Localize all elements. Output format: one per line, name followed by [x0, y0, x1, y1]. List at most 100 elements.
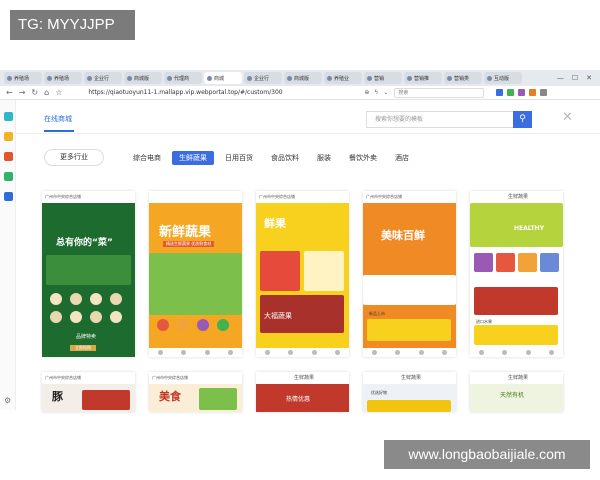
- template-card[interactable]: 广州市中央综合店铺 总有你的“菜” 品牌特卖 立即抢购: [42, 191, 135, 357]
- product-circle: [70, 293, 82, 305]
- browser-tab[interactable]: 养殖业: [324, 72, 362, 84]
- template-nav: [470, 348, 563, 357]
- download-icon[interactable]: [529, 89, 537, 96]
- extension-icon[interactable]: [518, 89, 526, 96]
- menu-icon[interactable]: [540, 89, 548, 96]
- browser-tab[interactable]: 企业行: [84, 72, 122, 84]
- browser-tab[interactable]: 营销推: [404, 72, 442, 84]
- browser-tab-bar: 养殖场 养殖场 企业行 商城版 代理商 商城 企业行 商城版 养殖业 营销 营销…: [0, 70, 600, 86]
- category-tab[interactable]: 日用百货: [218, 151, 260, 165]
- template-headline: 优选好物: [371, 390, 387, 395]
- category-strip: [363, 275, 456, 305]
- star-icon[interactable]: ☆: [55, 88, 62, 97]
- product-circle: [70, 311, 82, 323]
- template-headline: 美食: [159, 390, 181, 403]
- sidebar-app-icon[interactable]: [4, 172, 13, 181]
- home-icon[interactable]: ⌂: [44, 88, 49, 97]
- template-card[interactable]: 广州市中央综合店铺 美味百鲜 新品上市: [363, 191, 456, 357]
- weibo-icon[interactable]: [4, 152, 13, 161]
- tab-favicon-icon: [47, 75, 52, 81]
- chevron-down-icon[interactable]: ⌄: [383, 89, 388, 96]
- browser-tab[interactable]: 商城版: [124, 72, 162, 84]
- sidebar-app-icon[interactable]: [4, 192, 13, 201]
- more-industries-button[interactable]: 更多行业: [44, 149, 104, 166]
- close-window-icon[interactable]: ✕: [586, 74, 592, 82]
- template-sub: 大福蔬果: [264, 312, 292, 320]
- extensions: [496, 89, 548, 96]
- fruit-tile: [260, 251, 300, 291]
- template-nav: [363, 348, 456, 357]
- fruit-banner: [367, 319, 451, 341]
- category-icon: [197, 319, 209, 331]
- template-preview: 天然有机: [470, 384, 563, 412]
- template-header: 广州市中央综合店铺: [149, 372, 242, 384]
- template-button: 立即抢购: [70, 345, 96, 351]
- template-card[interactable]: 广州市中央综合店铺 美食: [149, 372, 242, 412]
- tab-favicon-icon: [407, 75, 412, 81]
- template-card[interactable]: 生鲜蔬果 HEALTHY 进口水果: [470, 191, 563, 357]
- tab-online-store[interactable]: 在线商城: [44, 114, 72, 124]
- url-field[interactable]: https://qiaotuoyun11-1.mallapp.vip.webpo…: [88, 88, 348, 98]
- settings-gear-icon[interactable]: ⚙: [4, 396, 11, 405]
- template-preview: 总有你的“菜” 品牌特卖 立即抢购: [42, 203, 135, 357]
- category-tab[interactable]: 酒店: [388, 151, 416, 165]
- template-search-input[interactable]: 搜索你想要的模板: [366, 111, 514, 128]
- fruit-banner: [367, 400, 451, 412]
- browser-tab[interactable]: 代理商: [164, 72, 202, 84]
- template-header: 生鲜蔬果: [470, 372, 563, 384]
- browser-tab[interactable]: 养殖场: [44, 72, 82, 84]
- category-tab-active[interactable]: 生鲜蔬果: [172, 150, 214, 165]
- category-icon: [177, 319, 189, 331]
- tab-favicon-icon: [167, 75, 172, 81]
- browser-tab[interactable]: 养殖场: [4, 72, 42, 84]
- product-circle: [50, 311, 62, 323]
- template-card[interactable]: 广州市中央综合店铺 鲜果 大福蔬果: [256, 191, 349, 357]
- template-headline: HEALTHY: [514, 225, 545, 232]
- product-circle: [110, 311, 122, 323]
- forward-icon[interactable]: →: [19, 88, 26, 97]
- browser-search-field[interactable]: 搜索: [394, 87, 485, 98]
- search-button[interactable]: ⚲: [513, 111, 532, 128]
- template-headline: 天然有机: [500, 392, 525, 399]
- browser-tab[interactable]: 营销: [364, 72, 402, 84]
- template-card[interactable]: 生鲜蔬果 热情优惠: [256, 372, 349, 412]
- tab-favicon-icon: [367, 75, 372, 81]
- category-icon: [157, 319, 169, 331]
- browser-tab[interactable]: 商城版: [284, 72, 322, 84]
- zoom-icon[interactable]: ⊕: [364, 89, 369, 96]
- flash-icon[interactable]: ϟ: [374, 89, 378, 96]
- template-preview: 新鲜蔬果 精选生鲜蔬果 优质鲜食材: [149, 203, 242, 357]
- reload-icon[interactable]: ↻: [31, 88, 38, 97]
- browser-tab[interactable]: 互动版: [484, 72, 522, 84]
- minimize-icon[interactable]: —: [557, 74, 564, 82]
- template-card[interactable]: 广州市中央综合店铺 豚: [42, 372, 135, 412]
- sidebar-app-icon[interactable]: [4, 112, 13, 121]
- category-tab[interactable]: 食品饮料: [264, 151, 306, 165]
- back-icon[interactable]: ←: [6, 88, 13, 97]
- template-footer: 品牌特卖: [76, 334, 97, 340]
- template-card[interactable]: 生鲜蔬果 天然有机: [470, 372, 563, 412]
- category-tab[interactable]: 综合电商: [126, 151, 168, 165]
- browser-tab[interactable]: 企业行: [244, 72, 282, 84]
- template-header: 生鲜蔬果: [256, 372, 349, 384]
- template-headline: 鲜果: [264, 217, 286, 230]
- template-header: 广州市中央综合店铺: [256, 191, 349, 203]
- browser-sidebar: [0, 100, 16, 410]
- favorites-icon[interactable]: [4, 132, 13, 141]
- close-icon[interactable]: ✕: [562, 110, 573, 125]
- product-circle: [110, 293, 122, 305]
- extension-icon[interactable]: [496, 89, 504, 96]
- template-headline: 热情优惠: [286, 396, 311, 403]
- extension-icon[interactable]: [507, 89, 515, 96]
- category-tab[interactable]: 服装: [310, 151, 338, 165]
- browser-tab[interactable]: 营销类: [444, 72, 482, 84]
- tab-favicon-icon: [327, 75, 332, 81]
- template-tagline: 精选生鲜蔬果 优质鲜食材: [163, 241, 215, 247]
- maximize-icon[interactable]: ☐: [572, 74, 578, 82]
- template-card[interactable]: 新鲜蔬果 精选生鲜蔬果 优质鲜食材: [149, 191, 242, 357]
- browser-tab-active[interactable]: 商城: [204, 72, 242, 84]
- template-preview: 热情优惠: [256, 384, 349, 412]
- template-header: 广州市中央综合店铺: [42, 372, 135, 384]
- category-tab[interactable]: 餐饮外卖: [342, 151, 384, 165]
- template-card[interactable]: 生鲜蔬果 优选好物: [363, 372, 456, 412]
